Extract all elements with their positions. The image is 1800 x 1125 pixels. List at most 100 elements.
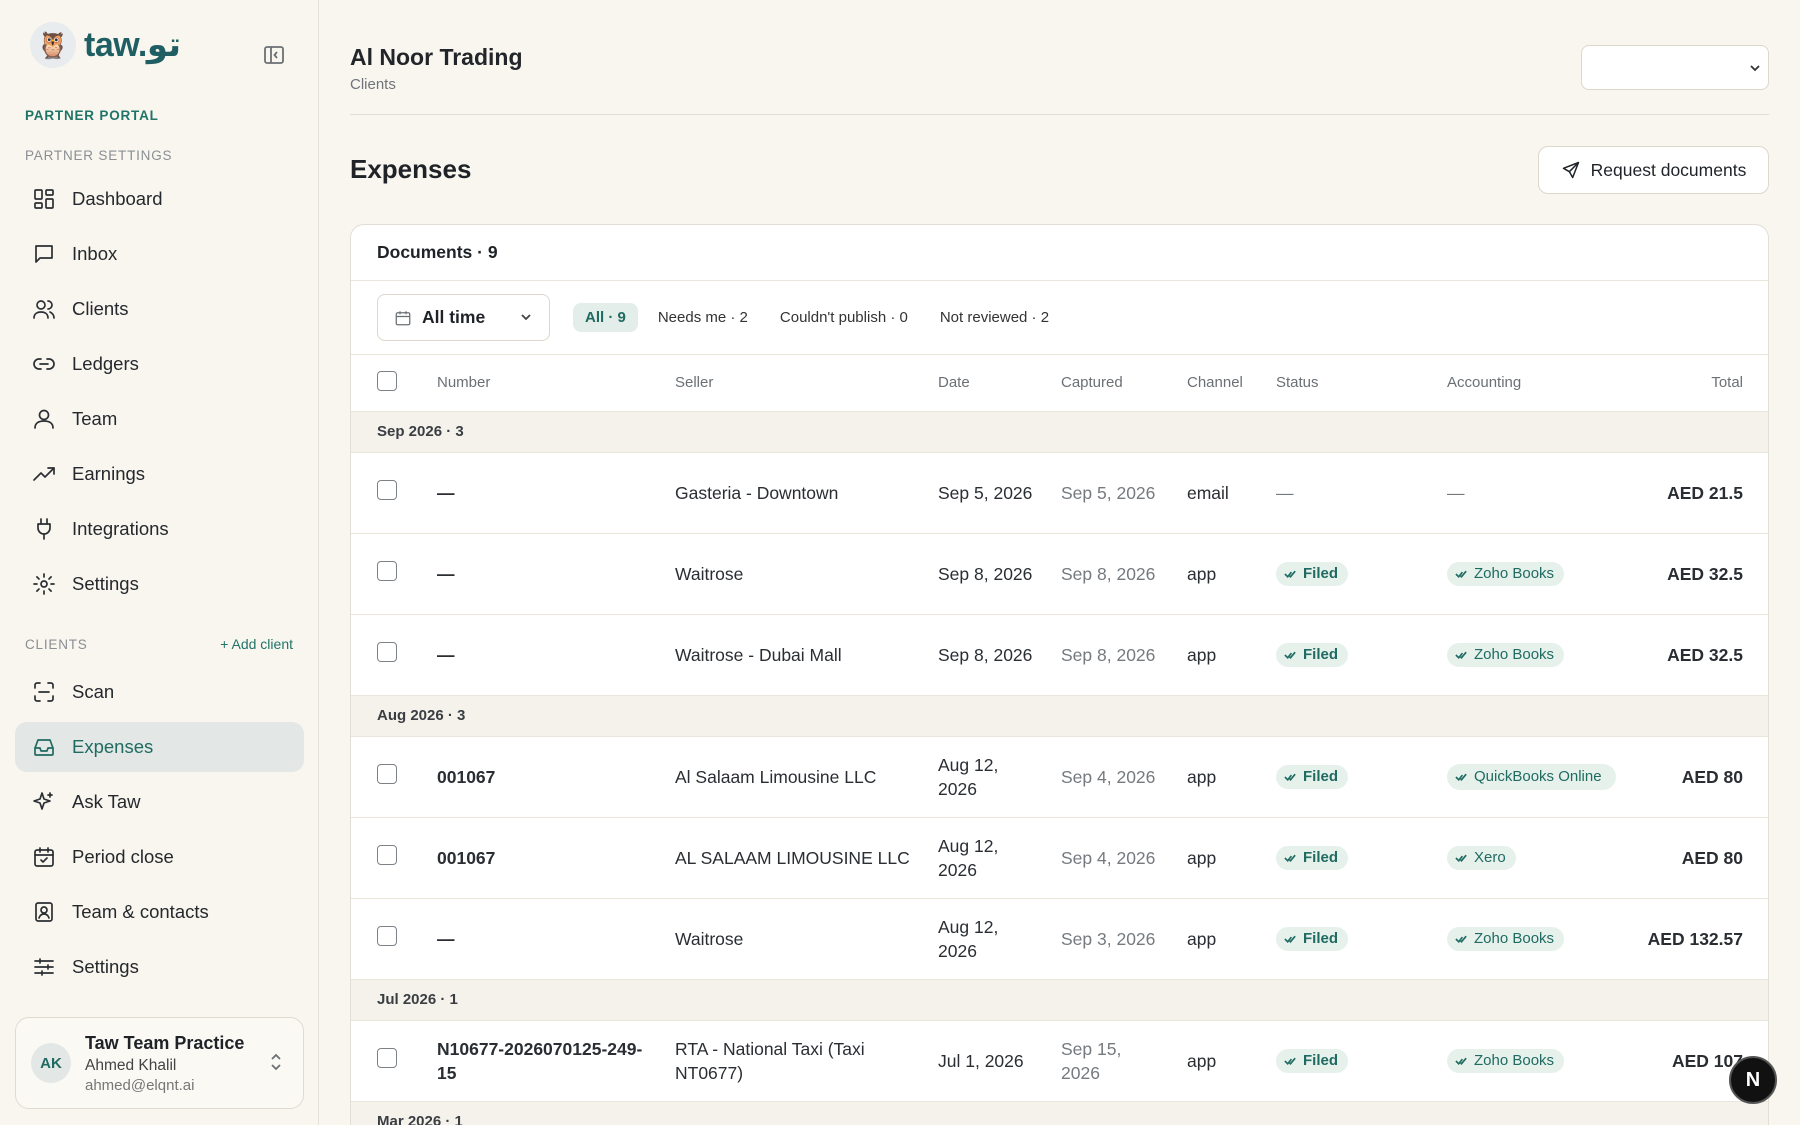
cell-channel: email xyxy=(1187,452,1276,534)
row-checkbox[interactable] xyxy=(377,844,397,865)
table-row[interactable]: N10677-2026070125-249-15 RTA - National T… xyxy=(351,1020,1768,1102)
sidebar-item-team[interactable]: Team xyxy=(15,394,304,444)
cell-captured: Sep 4, 2026 xyxy=(1061,817,1187,899)
col-status[interactable]: Status xyxy=(1276,355,1447,412)
col-captured[interactable]: Captured xyxy=(1061,355,1187,412)
sidebar-item-dashboard[interactable]: Dashboard xyxy=(15,174,304,224)
cell-total: AED 32.5 xyxy=(1636,614,1768,696)
select-all-checkbox[interactable] xyxy=(377,370,397,391)
chip-couldnt-publish[interactable]: Couldn't publish · 0 xyxy=(768,303,920,332)
breadcrumb[interactable]: Clients xyxy=(350,76,396,93)
cell-total: AED 32.5 xyxy=(1636,533,1768,615)
cell-number: 001067 xyxy=(437,817,675,899)
check-icon xyxy=(1284,854,1296,863)
page-client-name: Al Noor Trading xyxy=(350,44,523,70)
chip-needs-me[interactable]: Needs me · 2 xyxy=(646,303,760,332)
add-client-link[interactable]: + Add client xyxy=(220,636,293,652)
sidebar-item-label: Earnings xyxy=(72,463,146,484)
cell-captured: Sep 15, 2026 xyxy=(1061,1020,1187,1102)
col-channel[interactable]: Channel xyxy=(1187,355,1276,412)
sidebar-item-label: Settings xyxy=(72,573,139,594)
sidebar-item-settings[interactable]: Settings xyxy=(15,942,304,992)
sidebar-item-scan[interactable]: Scan xyxy=(15,667,304,717)
col-date[interactable]: Date xyxy=(938,355,1061,412)
sidebar-item-earnings[interactable]: Earnings xyxy=(15,449,304,499)
sidebar-item-expenses[interactable]: Expenses xyxy=(15,722,304,772)
sidebar-item-team-contacts[interactable]: Team & contacts xyxy=(15,887,304,937)
status-badge: Filed xyxy=(1276,1049,1349,1073)
row-checkbox[interactable] xyxy=(377,925,397,946)
cell-total: AED 80 xyxy=(1636,817,1768,899)
link-icon xyxy=(33,358,55,370)
cell-number: 001067 xyxy=(437,736,675,818)
sidebar-item-label: Ledgers xyxy=(72,353,139,374)
cell-seller: Waitrose xyxy=(675,533,938,615)
row-checkbox[interactable] xyxy=(377,479,397,500)
brand-logo[interactable]: 🦉 taw.تو xyxy=(30,22,181,68)
user-switcher[interactable]: AK Taw Team Practice Ahmed Khalil ahmed@… xyxy=(15,1017,304,1109)
sparkle-icon xyxy=(33,792,53,810)
group-header-row: Jul 2026 · 1 xyxy=(351,979,1768,1021)
contact-icon xyxy=(35,902,53,922)
assistant-fab[interactable]: N xyxy=(1729,1056,1777,1104)
page-title: Expenses xyxy=(350,154,472,184)
row-checkbox[interactable] xyxy=(377,560,397,581)
table-row[interactable]: — Gasteria - Downtown Sep 5, 2026 Sep 5, 20… xyxy=(351,452,1768,534)
check-icon xyxy=(1284,935,1296,944)
request-documents-button[interactable]: Request documents xyxy=(1538,146,1769,194)
sidebar-item-integrations[interactable]: Integrations xyxy=(15,504,304,554)
group-label: Mar 2026 · 1 xyxy=(351,1101,1768,1125)
sidebar-collapse-icon[interactable] xyxy=(262,43,286,67)
sidebar-item-period-close[interactable]: Period close xyxy=(15,832,304,882)
documents-card: Documents · 9 All time All · 9 Needs me … xyxy=(350,224,1769,1125)
cell-captured: Sep 5, 2026 xyxy=(1061,452,1187,534)
accounting-badge: QuickBooks Online xyxy=(1447,763,1616,790)
avatar: AK xyxy=(31,1043,71,1083)
check-icon xyxy=(1284,1057,1296,1066)
trend-icon xyxy=(33,467,55,481)
col-accounting[interactable]: Accounting xyxy=(1447,355,1636,412)
sidebar-item-ledgers[interactable]: Ledgers xyxy=(15,339,304,389)
sidebar-item-inbox[interactable]: Inbox xyxy=(15,229,304,279)
check-icon xyxy=(1455,773,1467,781)
client-select[interactable] xyxy=(1581,45,1769,90)
cell-number: N10677-2026070125-249-15 xyxy=(437,1020,675,1102)
send-icon xyxy=(1562,161,1579,179)
table-header-row: Number Seller Date Captured Channel Stat… xyxy=(351,355,1768,412)
col-seller[interactable]: Seller xyxy=(675,355,938,412)
check-icon xyxy=(1284,651,1296,660)
check-icon xyxy=(1455,854,1467,863)
sidebar-item-settings[interactable]: Settings xyxy=(15,559,304,609)
cell-total: AED 21.5 xyxy=(1636,452,1768,534)
status-empty: — xyxy=(1276,482,1294,503)
table-row[interactable]: 001067 AL SALAAM LIMOUSINE LLC Aug 12, 202… xyxy=(351,817,1768,899)
chip-all[interactable]: All · 9 xyxy=(573,303,638,332)
dashboard-icon xyxy=(34,189,54,209)
date-range-select[interactable]: All time xyxy=(377,294,550,341)
table-row[interactable]: — Waitrose Aug 12, 2026 Sep 3, 2026 app Filed… xyxy=(351,898,1768,980)
row-checkbox[interactable] xyxy=(377,1047,397,1068)
table-row[interactable]: 001067 Al Salaam Limousine LLC Aug 12, 202… xyxy=(351,736,1768,818)
col-number[interactable]: Number xyxy=(437,355,675,412)
accounting-badge: Xero xyxy=(1447,846,1516,870)
chat-icon xyxy=(35,245,53,263)
documents-heading: Documents · 9 xyxy=(351,225,1768,281)
scan-icon xyxy=(34,682,54,702)
table-row[interactable]: — Waitrose Sep 8, 2026 Sep 8, 2026 app Filed Z… xyxy=(351,533,1768,615)
sidebar-item-ask-taw[interactable]: Ask Taw xyxy=(15,777,304,827)
row-checkbox[interactable] xyxy=(377,641,397,662)
user-email: ahmed@elqnt.ai xyxy=(85,1076,195,1094)
row-checkbox[interactable] xyxy=(377,763,397,784)
table-row[interactable]: — Waitrose - Dubai Mall Sep 8, 2026 Sep 8, … xyxy=(351,614,1768,696)
chip-not-reviewed[interactable]: Not reviewed · 2 xyxy=(928,303,1061,332)
sidebar-item-clients[interactable]: Clients xyxy=(15,284,304,334)
clients-section-label: CLIENTS xyxy=(25,637,88,652)
group-label: Jul 2026 · 1 xyxy=(351,979,1768,1021)
calendar-icon xyxy=(395,310,411,325)
col-total[interactable]: Total xyxy=(1636,355,1768,412)
check-icon xyxy=(1284,570,1296,579)
sidebar-item-label: Integrations xyxy=(72,518,169,539)
cell-total: AED 80 xyxy=(1636,736,1768,818)
chevron-down-icon xyxy=(521,314,531,321)
cell-date: Sep 8, 2026 xyxy=(938,533,1061,615)
